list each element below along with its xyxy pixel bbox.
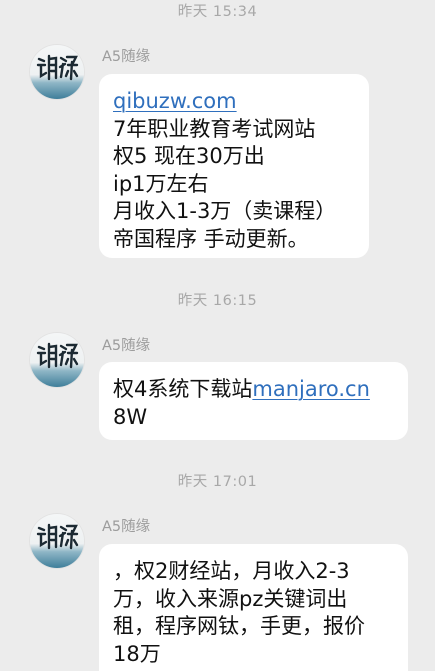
timestamp: 昨天 15:34 — [177, 4, 258, 20]
message-line: ，权2财经站，月收入2-3 — [113, 559, 350, 583]
timestamp: 昨天 16:15 — [177, 293, 258, 309]
avatar-calligraphy-icon — [36, 523, 79, 550]
message-bubble[interactable]: qibuzw.com 7年职业教育考试网站 权5 现在30万出 ip1万左右 月… — [99, 74, 369, 258]
message-line: 18万 — [113, 641, 161, 666]
message-bubble[interactable]: 权4系统下载站manjaro.cn 8W — [99, 362, 408, 440]
avatar[interactable] — [30, 514, 84, 568]
message-link[interactable]: qibuzw.com — [113, 88, 353, 116]
message-line: 7年职业教育考试网站 — [113, 116, 316, 141]
message-line: 租，程序网钛，手更，报价 — [113, 614, 365, 638]
avatar[interactable] — [30, 45, 84, 99]
message-line: 月收入1-3万（卖课程） — [113, 199, 337, 223]
avatar-calligraphy-icon — [36, 342, 79, 369]
message-link[interactable]: manjaro.cn — [252, 377, 370, 401]
message-line: 帝国程序 手动更新。 — [113, 226, 309, 251]
message-bubble[interactable]: ，权2财经站，月收入2-3 万，收入来源pz关键词出 租，程序网钛，手更，报价 … — [99, 544, 408, 671]
message-line: ip1万左右 — [113, 171, 209, 196]
avatar-calligraphy-icon — [36, 54, 79, 81]
message-line: 权4系统下载站manjaro.cn — [113, 376, 392, 404]
chat-conversation: 昨天 15:34 A5随缘 qibuzw.com 7年职业教育考试网站 权5 现… — [0, 0, 435, 671]
message-line: 8W — [113, 404, 148, 429]
message-line: 万，收入来源pz关键词出 — [113, 586, 348, 611]
sender-name: A5随缘 — [102, 49, 151, 65]
sender-name: A5随缘 — [102, 519, 151, 535]
message-line: 权5 现在30万出 — [113, 144, 265, 168]
sender-name: A5随缘 — [102, 338, 151, 354]
timestamp: 昨天 17:01 — [177, 474, 258, 490]
avatar[interactable] — [30, 333, 84, 387]
message-text: 权4系统下载站 — [113, 377, 253, 401]
